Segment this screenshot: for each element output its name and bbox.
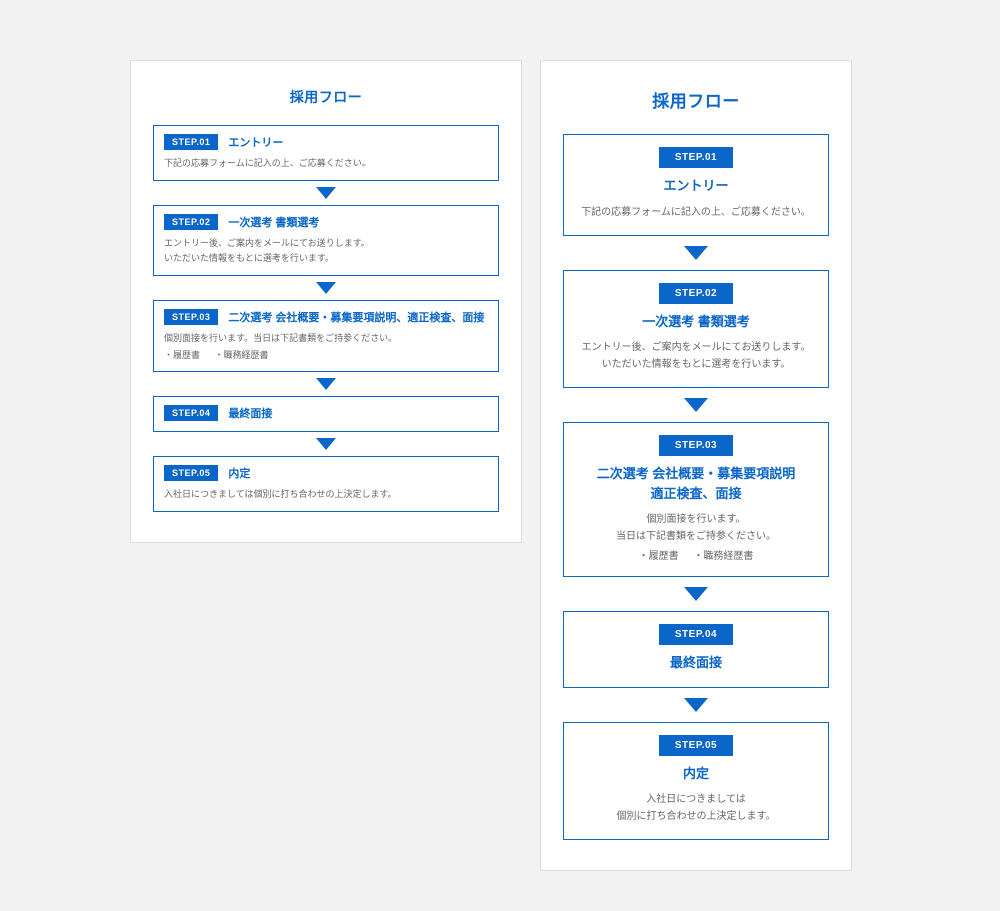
step-title: 最終面接	[228, 405, 272, 421]
arrow-down-icon	[563, 698, 829, 712]
arrow-down-icon	[153, 282, 499, 294]
step-box: STEP.04 最終面接	[153, 396, 499, 432]
step-title: 二次選考 会社概要・募集要項説明、適正検査、面接	[228, 309, 484, 325]
step-box: STEP.03 二次選考 会社概要・募集要項説明、適正検査、面接 個別面接を行い…	[153, 300, 499, 371]
flow-card-stacked: 採用フロー STEP.01 エントリー 下記の応募フォームに記入の上、ご応募くだ…	[540, 60, 852, 871]
step-box: STEP.05 内定 入社日につきましては個別に打ち合わせの上決定します。	[563, 722, 829, 841]
step-title: 内定	[578, 764, 814, 784]
extra-item: ・履歴書	[164, 350, 200, 360]
step-description: 個別面接を行います。当日は下記書類をご持参ください。	[578, 511, 814, 545]
step-description: 入社日につきましては個別に打ち合わせの上決定します。	[578, 791, 814, 825]
step-title: 最終面接	[578, 653, 814, 673]
step-tag: STEP.03	[164, 309, 218, 325]
step-tag: STEP.03	[659, 435, 733, 456]
step-tag: STEP.01	[659, 147, 733, 168]
step-box: STEP.02 一次選考 書類選考 エントリー後、ご案内をメールにてお送りします…	[153, 205, 499, 276]
step-box: STEP.03 二次選考 会社概要・募集要項説明適正検査、面接 個別面接を行いま…	[563, 422, 829, 577]
step-tag: STEP.02	[659, 283, 733, 304]
step-title: 一次選考 書類選考	[578, 312, 814, 332]
arrow-down-icon	[563, 398, 829, 412]
step-description: 下記の応募フォームに記入の上、ご応募ください。	[164, 156, 488, 170]
step-box: STEP.01 エントリー 下記の応募フォームに記入の上、ご応募ください。	[563, 134, 829, 236]
step-tag: STEP.02	[164, 214, 218, 230]
step-tag: STEP.05	[164, 465, 218, 481]
step-description: 下記の応募フォームに記入の上、ご応募ください。	[578, 204, 814, 221]
step-extras: ・履歴書 ・職務経歴書	[164, 348, 488, 361]
step-title: エントリー	[228, 134, 283, 150]
step-title: 内定	[228, 465, 250, 481]
step-description: エントリー後、ご案内をメールにてお送りします。いただいた情報をもとに選考を行いま…	[164, 236, 488, 265]
arrow-down-icon	[563, 246, 829, 260]
flow-heading: 採用フロー	[153, 87, 499, 107]
step-box: STEP.02 一次選考 書類選考 エントリー後、ご案内をメールにてお送りします…	[563, 270, 829, 389]
step-description: エントリー後、ご案内をメールにてお送りします。いただいた情報をもとに選考を行いま…	[578, 339, 814, 373]
step-title: 二次選考 会社概要・募集要項説明適正検査、面接	[578, 464, 814, 503]
arrow-down-icon	[153, 378, 499, 390]
extra-item: ・職務経歴書	[215, 350, 269, 360]
flow-heading: 採用フロー	[563, 87, 829, 112]
step-description: 入社日につきましては個別に打ち合わせの上決定します。	[164, 487, 488, 501]
arrow-down-icon	[563, 587, 829, 601]
arrow-down-icon	[153, 438, 499, 450]
step-description: 個別面接を行います。当日は下記書類をご持参ください。	[164, 331, 488, 345]
flow-card-compact: 採用フロー STEP.01 エントリー 下記の応募フォームに記入の上、ご応募くだ…	[130, 60, 522, 543]
step-title: エントリー	[578, 176, 814, 196]
step-title: 一次選考 書類選考	[228, 214, 319, 230]
step-box: STEP.05 内定 入社日につきましては個別に打ち合わせの上決定します。	[153, 456, 499, 512]
arrow-down-icon	[153, 187, 499, 199]
extra-item: ・履歴書	[639, 551, 679, 562]
step-tag: STEP.04	[164, 405, 218, 421]
extra-item: ・職務経歴書	[693, 551, 753, 562]
step-box: STEP.01 エントリー 下記の応募フォームに記入の上、ご応募ください。	[153, 125, 499, 181]
step-tag: STEP.01	[164, 134, 218, 150]
step-tag: STEP.04	[659, 624, 733, 645]
step-tag: STEP.05	[659, 735, 733, 756]
step-box: STEP.04 最終面接	[563, 611, 829, 688]
step-extras: ・履歴書 ・職務経歴書	[578, 547, 814, 562]
